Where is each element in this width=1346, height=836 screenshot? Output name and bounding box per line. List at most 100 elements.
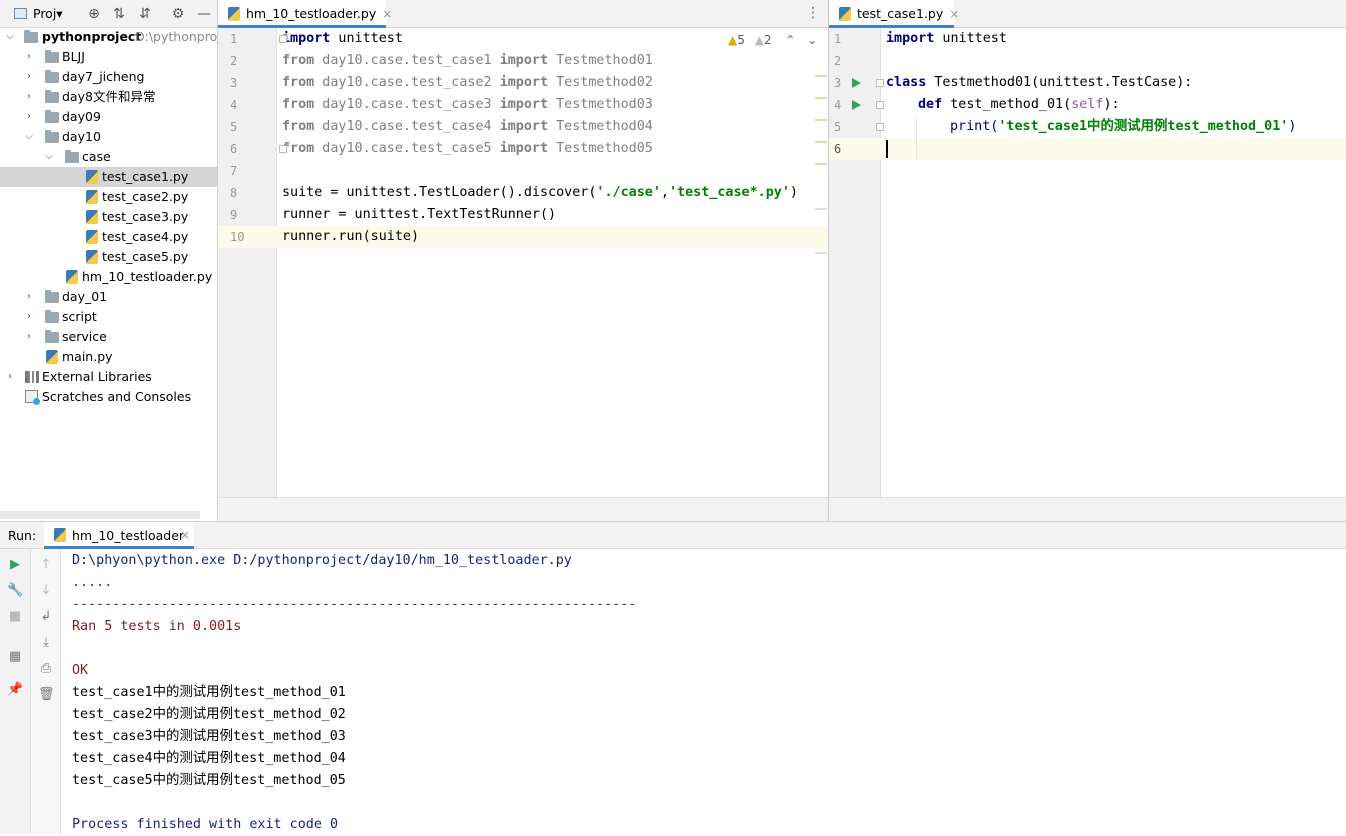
tree-root[interactable]: ⌵ pythonproject D:\pythonproj: [0, 27, 221, 47]
error-stripe-mark[interactable]: [815, 208, 827, 210]
indent-guide: [916, 116, 917, 160]
line-number: 1: [230, 32, 238, 46]
tree-item-day10[interactable]: ⌵ day10: [0, 127, 217, 147]
gear-icon[interactable]: ⚙: [170, 6, 186, 22]
chevron-right-icon[interactable]: ›: [5, 367, 15, 387]
tree-item-day7[interactable]: › day7_jicheng: [0, 67, 217, 87]
line-number: 9: [230, 208, 238, 222]
tree-item-test-case3[interactable]: test_case3.py: [0, 207, 217, 227]
tab-label: test_case1.py: [857, 6, 944, 21]
error-stripe-mark[interactable]: [815, 119, 827, 121]
tree-item-test-case1[interactable]: test_case1.py: [0, 167, 217, 187]
weak-warning-count: 2: [763, 33, 772, 47]
horizontal-scrollbar[interactable]: [0, 511, 200, 519]
tree-item-hm-10-testloader[interactable]: hm_10_testloader.py: [0, 267, 217, 287]
chevron-right-icon[interactable]: ›: [24, 67, 34, 87]
line-number: 5: [230, 120, 238, 134]
inspection-widget[interactable]: ▲5 ▲2 ⌃ ⌄: [728, 33, 817, 49]
chevron-up-icon[interactable]: ⌃: [785, 33, 795, 47]
tree-item-day-01[interactable]: › day_01: [0, 287, 217, 307]
tab-test-case1[interactable]: test_case1.py ×: [829, 0, 959, 28]
folder-icon: [45, 330, 59, 343]
run-test-icon[interactable]: [852, 100, 861, 110]
pin-icon[interactable]: 📌: [7, 682, 23, 698]
tree-item-case[interactable]: ⌵ case: [0, 147, 217, 167]
fold-icon[interactable]: [876, 79, 884, 87]
chevron-down-icon[interactable]: ⌵: [5, 27, 15, 47]
chevron-right-icon[interactable]: ›: [24, 47, 34, 67]
tree-item-service[interactable]: › service: [0, 327, 217, 347]
folder-icon: [45, 70, 59, 83]
right-editor-tabbar: test_case1.py ×: [829, 0, 1346, 28]
locate-icon[interactable]: ⊕: [86, 6, 102, 22]
chevron-right-icon[interactable]: ›: [24, 87, 34, 107]
python-file-icon: [86, 250, 98, 264]
rerun-icon[interactable]: ▶: [7, 557, 23, 573]
collapse-all-icon[interactable]: ⇵: [137, 6, 153, 22]
more-options-icon[interactable]: ⋮: [806, 5, 820, 21]
close-icon[interactable]: ×: [949, 7, 959, 21]
chevron-right-icon[interactable]: ›: [24, 327, 34, 347]
run-tabbar: Run: hm_10_testloader ×: [0, 522, 1346, 549]
chevron-down-icon[interactable]: ⌵: [24, 127, 34, 147]
run-test-icon[interactable]: [852, 78, 861, 88]
close-icon[interactable]: ×: [382, 7, 392, 21]
tree-item-main[interactable]: main.py: [0, 347, 217, 367]
python-file-icon: [86, 210, 98, 224]
arrow-down-icon[interactable]: ↓: [38, 583, 54, 599]
line-number: 2: [834, 54, 842, 68]
error-stripe-mark[interactable]: [815, 97, 827, 99]
python-file-icon: [839, 7, 851, 21]
error-stripe-mark[interactable]: [815, 75, 827, 77]
tree-item-external-libraries[interactable]: › External Libraries: [0, 367, 217, 387]
trash-icon[interactable]: 🗑: [38, 687, 55, 703]
layout-icon[interactable]: ▦: [7, 649, 23, 665]
error-stripe-mark[interactable]: [815, 163, 827, 165]
close-icon[interactable]: ×: [180, 528, 190, 542]
left-editor-footer: [218, 497, 828, 521]
error-stripe-mark[interactable]: [815, 252, 827, 254]
tab-hm-10-testloader[interactable]: hm_10_testloader.py ×: [218, 0, 392, 28]
error-stripe-mark[interactable]: [815, 141, 827, 143]
console-line: OK: [72, 663, 89, 678]
project-view-dropdown[interactable]: Proj▾: [33, 6, 63, 21]
console-line: Ran 5 tests in 0.001s: [72, 619, 242, 634]
line-number: 2: [230, 54, 238, 68]
fold-icon[interactable]: [876, 123, 884, 131]
expand-all-icon[interactable]: ⇅: [111, 6, 127, 22]
arrow-up-icon[interactable]: ↑: [38, 557, 54, 573]
tree-item-day8[interactable]: › day8文件和异常: [0, 87, 217, 107]
tree-item-bljj[interactable]: › BLJJ: [0, 47, 217, 67]
code-line: from day10.case.test_case3 import Testme…: [282, 97, 653, 112]
fold-icon[interactable]: [876, 101, 884, 109]
chevron-right-icon[interactable]: ›: [24, 107, 34, 127]
soft-wrap-icon[interactable]: ↲: [38, 609, 54, 625]
run-tab-label: hm_10_testloader: [72, 528, 185, 543]
line-number: 10: [230, 230, 245, 244]
stop-icon[interactable]: ■: [7, 609, 23, 625]
fold-icon[interactable]: [279, 35, 287, 43]
chevron-right-icon[interactable]: ›: [24, 287, 34, 307]
tree-item-script[interactable]: › script: [0, 307, 217, 327]
code-line: print('test_case1中的测试用例test_method_01'): [950, 119, 1297, 134]
scroll-to-end-icon[interactable]: ⤓: [38, 635, 54, 651]
tree-item-scratches[interactable]: Scratches and Consoles: [0, 387, 217, 407]
hide-icon[interactable]: —: [196, 6, 212, 22]
chevron-down-icon[interactable]: ⌵: [44, 147, 54, 167]
line-number: 4: [230, 98, 238, 112]
fold-icon[interactable]: [279, 145, 287, 153]
print-icon[interactable]: ⎙: [38, 661, 54, 677]
tree-item-test-case5[interactable]: test_case5.py: [0, 247, 217, 267]
run-toolbar-primary: ▶ 🔧 ■ ▦ 📌: [0, 549, 31, 834]
chevron-down-icon[interactable]: ⌄: [807, 33, 817, 47]
chevron-right-icon[interactable]: ›: [24, 307, 34, 327]
tree-item-test-case4[interactable]: test_case4.py: [0, 227, 217, 247]
tab-run-config[interactable]: hm_10_testloader ×: [44, 522, 194, 549]
left-editor-tabbar: hm_10_testloader.py × ⋮: [218, 0, 828, 28]
code-line: from day10.case.test_case2 import Testme…: [282, 75, 653, 90]
wrench-icon[interactable]: 🔧: [7, 583, 23, 599]
tree-item-day09[interactable]: › day09: [0, 107, 217, 127]
tree-item-test-case2[interactable]: test_case2.py: [0, 187, 217, 207]
folder-icon: [24, 30, 38, 43]
warning-count: 5: [737, 33, 745, 47]
